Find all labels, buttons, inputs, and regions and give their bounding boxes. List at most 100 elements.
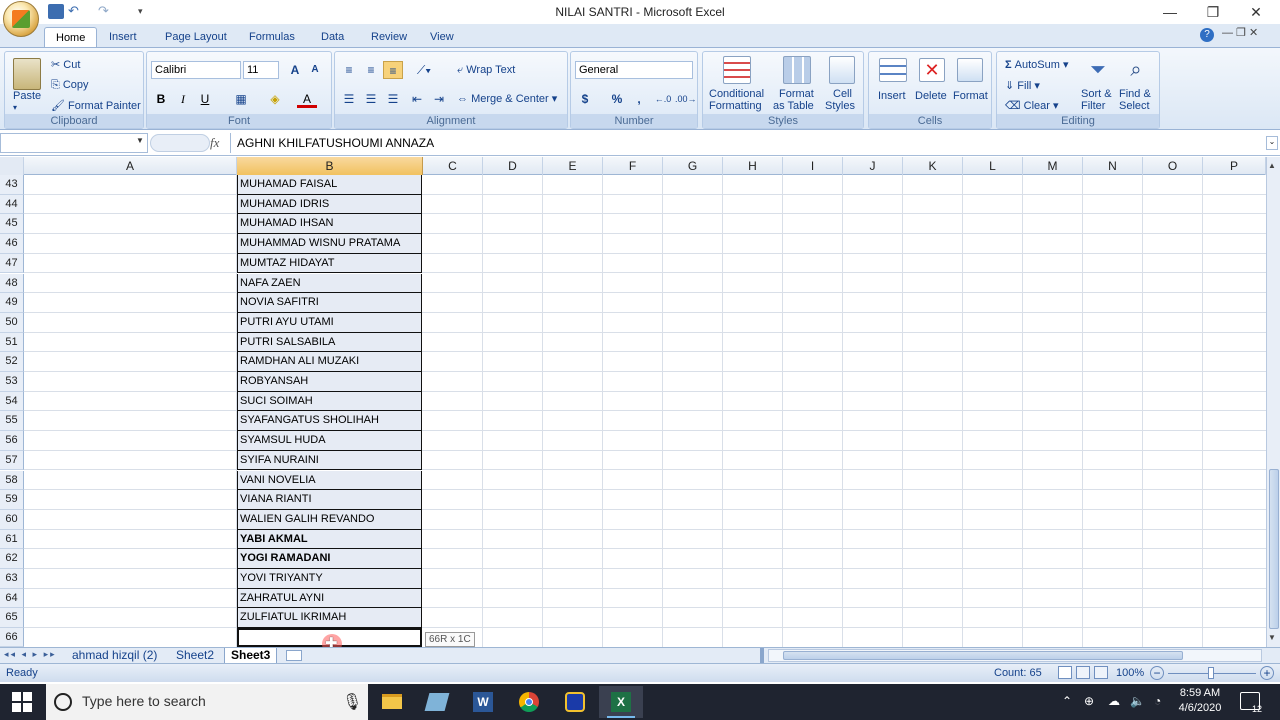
cell-b[interactable]: PUTRI SALSABILA xyxy=(237,332,422,353)
cell-styles-label-1[interactable]: Cell xyxy=(833,88,852,100)
help-icon[interactable]: ? xyxy=(1200,28,1214,42)
column-header-d[interactable]: D xyxy=(483,157,543,175)
row-header[interactable]: 57 xyxy=(0,450,24,471)
row-header[interactable]: 55 xyxy=(0,411,24,432)
tab-insert[interactable]: Insert xyxy=(98,27,148,48)
clear-button[interactable]: ⌫ Clear ▾ xyxy=(1005,99,1059,112)
grow-font-icon[interactable]: A xyxy=(285,61,305,79)
conditional-formatting-label-2[interactable]: Formatting xyxy=(709,100,762,112)
normal-view-icon[interactable] xyxy=(1058,666,1072,679)
insert-cells-label[interactable]: Insert xyxy=(878,90,906,102)
select-all-corner[interactable] xyxy=(0,157,24,175)
row-header[interactable]: 65 xyxy=(0,608,24,629)
font-name-field[interactable]: Calibri xyxy=(151,61,241,79)
decrease-decimal-icon[interactable]: .00→ xyxy=(675,90,697,108)
column-header-a[interactable]: A xyxy=(24,157,237,175)
fill-color-icon[interactable]: ◈ xyxy=(265,90,285,108)
row-header[interactable]: 53 xyxy=(0,372,24,392)
restore-button[interactable]: ❐ xyxy=(1193,2,1233,22)
orientation-icon[interactable]: ⟋▾ xyxy=(411,61,437,79)
row-header[interactable]: 44 xyxy=(0,194,24,215)
windows-start-icon[interactable] xyxy=(12,692,32,712)
row-header[interactable]: 46 xyxy=(0,234,24,254)
cell-b[interactable]: SYAMSUL HUDA xyxy=(237,431,422,451)
office-button[interactable] xyxy=(3,1,39,37)
clock[interactable]: 8:59 AM 4/6/2020 xyxy=(1172,686,1228,716)
undo-icon[interactable]: ↶ xyxy=(68,4,82,19)
chrome-icon[interactable] xyxy=(507,686,551,718)
format-table-label-2[interactable]: as Table xyxy=(773,100,814,112)
customize-qat-icon[interactable]: ▾ xyxy=(138,4,148,19)
scroll-thumb[interactable] xyxy=(1269,469,1279,629)
comma-button[interactable]: , xyxy=(629,90,649,108)
tray-chevron-icon[interactable]: ⌃ xyxy=(1062,694,1072,708)
paste-label[interactable]: Paste xyxy=(13,90,41,102)
zoom-level[interactable]: 100% xyxy=(1116,667,1144,679)
cell-b[interactable]: SYIFA NURAINI xyxy=(237,450,422,471)
italic-button[interactable]: I xyxy=(173,90,193,108)
row-header[interactable]: 47 xyxy=(0,253,24,274)
row-header[interactable]: 50 xyxy=(0,312,24,333)
row-header[interactable]: 60 xyxy=(0,509,24,530)
align-top-icon[interactable]: ≡ xyxy=(339,61,359,79)
vertical-scrollbar[interactable]: ▲ ▼ xyxy=(1266,157,1280,647)
cell-b[interactable]: YABI AKMAL xyxy=(237,529,422,550)
tab-split-handle[interactable] xyxy=(760,648,764,663)
cell-b[interactable]: SUCI SOIMAH xyxy=(237,391,422,412)
column-header-k[interactable]: K xyxy=(903,157,963,175)
cell-b[interactable]: MUHAMAD IHSAN xyxy=(237,214,422,235)
format-as-table-icon[interactable] xyxy=(783,56,811,84)
bold-button[interactable]: B xyxy=(151,90,171,108)
cell-b[interactable]: SYAFANGATUS SHOLIHAH xyxy=(237,411,422,432)
cell-b[interactable]: WALIEN GALIH REVANDO xyxy=(237,509,422,530)
copy-button[interactable]: ⎘ Copy xyxy=(51,79,89,92)
column-header-e[interactable]: E xyxy=(543,157,603,175)
page-break-view-icon[interactable] xyxy=(1094,666,1108,679)
row-header[interactable]: 66 xyxy=(0,628,24,647)
cell-b[interactable]: ROBYANSAH xyxy=(237,372,422,392)
cell-b[interactable]: NOVIA SAFITRI xyxy=(237,293,422,313)
name-box-dropdown-icon[interactable]: ▼ xyxy=(136,136,144,145)
excel-icon[interactable]: X xyxy=(599,686,643,718)
conditional-formatting-icon[interactable] xyxy=(723,56,751,84)
fill-button[interactable]: ⇓ Fill ▾ xyxy=(1005,79,1040,92)
formula-input[interactable]: AGHNI KHILFATUSHOUMI ANNAZA xyxy=(230,133,1266,153)
volume-icon[interactable]: 🔈 xyxy=(1130,694,1145,708)
zoom-slider-thumb[interactable] xyxy=(1208,667,1214,679)
app-icon-2[interactable] xyxy=(553,686,597,718)
cell-b[interactable]: RAMDHAN ALI MUZAKI xyxy=(237,352,422,372)
wrap-text-button[interactable]: ⤶ Wrap Text xyxy=(457,64,515,77)
horizontal-scrollbar[interactable] xyxy=(768,649,1262,662)
number-format-field[interactable]: General xyxy=(575,61,693,79)
format-cells-icon[interactable] xyxy=(957,58,983,82)
expand-formula-bar-icon[interactable]: ⌄ xyxy=(1266,136,1278,150)
tab-formulas[interactable]: Formulas xyxy=(238,27,306,48)
sort-filter-label-1[interactable]: Sort & xyxy=(1081,88,1112,100)
tab-data[interactable]: Data xyxy=(310,27,355,48)
sheet-tab-sheet2[interactable]: Sheet2 xyxy=(170,648,220,664)
name-box[interactable] xyxy=(0,133,148,153)
find-select-label-1[interactable]: Find & xyxy=(1119,88,1151,100)
row-header[interactable]: 63 xyxy=(0,569,24,589)
column-header-c[interactable]: C xyxy=(423,157,483,175)
conditional-formatting-label-1[interactable]: Conditional xyxy=(709,88,764,100)
row-header[interactable]: 45 xyxy=(0,214,24,235)
cell-b[interactable]: MUHAMAD IDRIS xyxy=(237,194,422,215)
sheet-nav-icon[interactable]: ◂◂ ◂ ▸ ▸▸ xyxy=(4,649,57,660)
cell-b[interactable]: ZULFIATUL IKRIMAH xyxy=(237,608,422,629)
column-header-b[interactable]: B xyxy=(237,157,423,175)
align-bottom-icon[interactable]: ≡ xyxy=(383,61,403,79)
microphone-icon[interactable]: 🎙 xyxy=(342,692,362,712)
column-header-g[interactable]: G xyxy=(663,157,723,175)
zoom-in-icon[interactable]: + xyxy=(1260,666,1274,680)
column-header-j[interactable]: J xyxy=(843,157,903,175)
word-icon[interactable]: W xyxy=(461,686,505,718)
cell-b[interactable]: YOVI TRIYANTY xyxy=(237,569,422,589)
autosum-button[interactable]: Σ AutoSum ▾ xyxy=(1005,58,1069,71)
delete-cells-label[interactable]: Delete xyxy=(915,90,947,102)
align-right-icon[interactable]: ☰ xyxy=(383,90,403,108)
wifi-icon[interactable]: ◔ xyxy=(1154,694,1161,708)
increase-indent-icon[interactable]: ⇥ xyxy=(429,90,449,108)
cloud-icon[interactable]: ☁ xyxy=(1108,694,1120,708)
insert-cells-icon[interactable] xyxy=(879,58,907,82)
